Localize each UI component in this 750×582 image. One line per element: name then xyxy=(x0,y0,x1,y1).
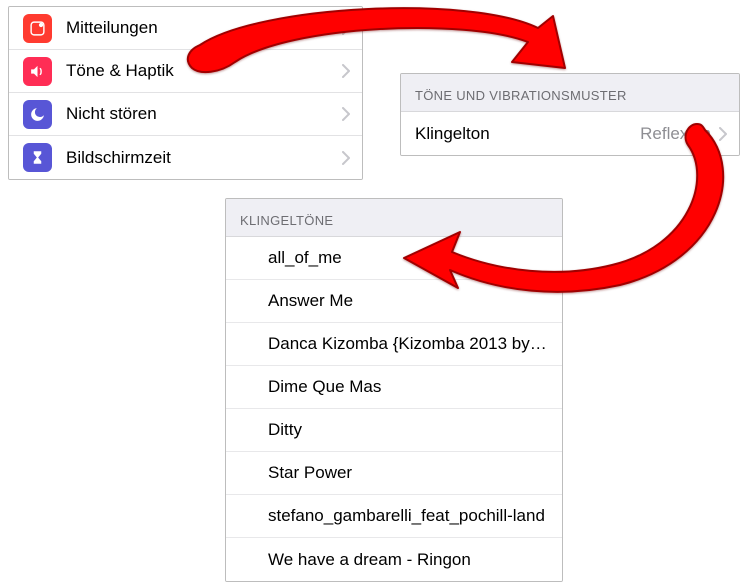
ringtone-row[interactable]: Klingelton Reflexion xyxy=(401,112,739,155)
sounds-section-header: TÖNE UND VIBRATIONSMUSTER xyxy=(401,74,739,112)
settings-row-dnd[interactable]: Nicht stören xyxy=(9,93,362,136)
ringtone-item-label: Star Power xyxy=(268,463,548,483)
ringtone-item-label: Dime Que Mas xyxy=(268,377,548,397)
chevron-right-icon xyxy=(342,107,350,121)
ringtone-item-label: stefano_gambarelli_feat_pochill-land xyxy=(268,506,548,526)
ringtone-item-label: all_of_me xyxy=(268,248,548,268)
ringtones-panel: KLINGELTÖNE all_of_me Answer Me Danca Ki… xyxy=(225,198,563,582)
ringtone-item[interactable]: Ditty xyxy=(226,409,562,452)
settings-row-label: Töne & Haptik xyxy=(66,61,342,81)
settings-row-notifications[interactable]: Mitteilungen xyxy=(9,7,362,50)
ringtone-label: Klingelton xyxy=(415,124,640,144)
settings-row-label: Bildschirmzeit xyxy=(66,148,342,168)
hourglass-icon xyxy=(23,143,52,172)
chevron-right-icon xyxy=(342,151,350,165)
ringtone-item-label: Answer Me xyxy=(268,291,548,311)
ringtone-item[interactable]: Danca Kizomba {Kizomba 2013 by vk.c… xyxy=(226,323,562,366)
ringtone-item[interactable]: We have a dream - Ringon xyxy=(226,538,562,581)
moon-icon xyxy=(23,100,52,129)
ringtone-item[interactable]: Star Power xyxy=(226,452,562,495)
chevron-right-icon xyxy=(342,64,350,78)
ringtone-item-label: We have a dream - Ringon xyxy=(268,550,548,570)
settings-row-sounds[interactable]: Töne & Haptik xyxy=(9,50,362,93)
sounds-icon xyxy=(23,57,52,86)
sounds-panel: TÖNE UND VIBRATIONSMUSTER Klingelton Ref… xyxy=(400,73,740,156)
settings-list-panel: Mitteilungen Töne & Haptik Nicht stören … xyxy=(8,6,363,180)
settings-row-screentime[interactable]: Bildschirmzeit xyxy=(9,136,362,179)
chevron-right-icon xyxy=(719,127,727,141)
ringtone-item[interactable]: Dime Que Mas xyxy=(226,366,562,409)
chevron-right-icon xyxy=(342,21,350,35)
ringtone-item-label: Ditty xyxy=(268,420,548,440)
ringtone-item[interactable]: Answer Me xyxy=(226,280,562,323)
ringtone-item-label: Danca Kizomba {Kizomba 2013 by vk.c… xyxy=(268,334,548,354)
ringtone-value: Reflexion xyxy=(640,124,711,144)
ringtones-section-header: KLINGELTÖNE xyxy=(226,199,562,237)
notifications-icon xyxy=(23,14,52,43)
ringtone-item[interactable]: all_of_me xyxy=(226,237,562,280)
settings-row-label: Mitteilungen xyxy=(66,18,342,38)
ringtone-item[interactable]: stefano_gambarelli_feat_pochill-land xyxy=(226,495,562,538)
settings-row-label: Nicht stören xyxy=(66,104,342,124)
